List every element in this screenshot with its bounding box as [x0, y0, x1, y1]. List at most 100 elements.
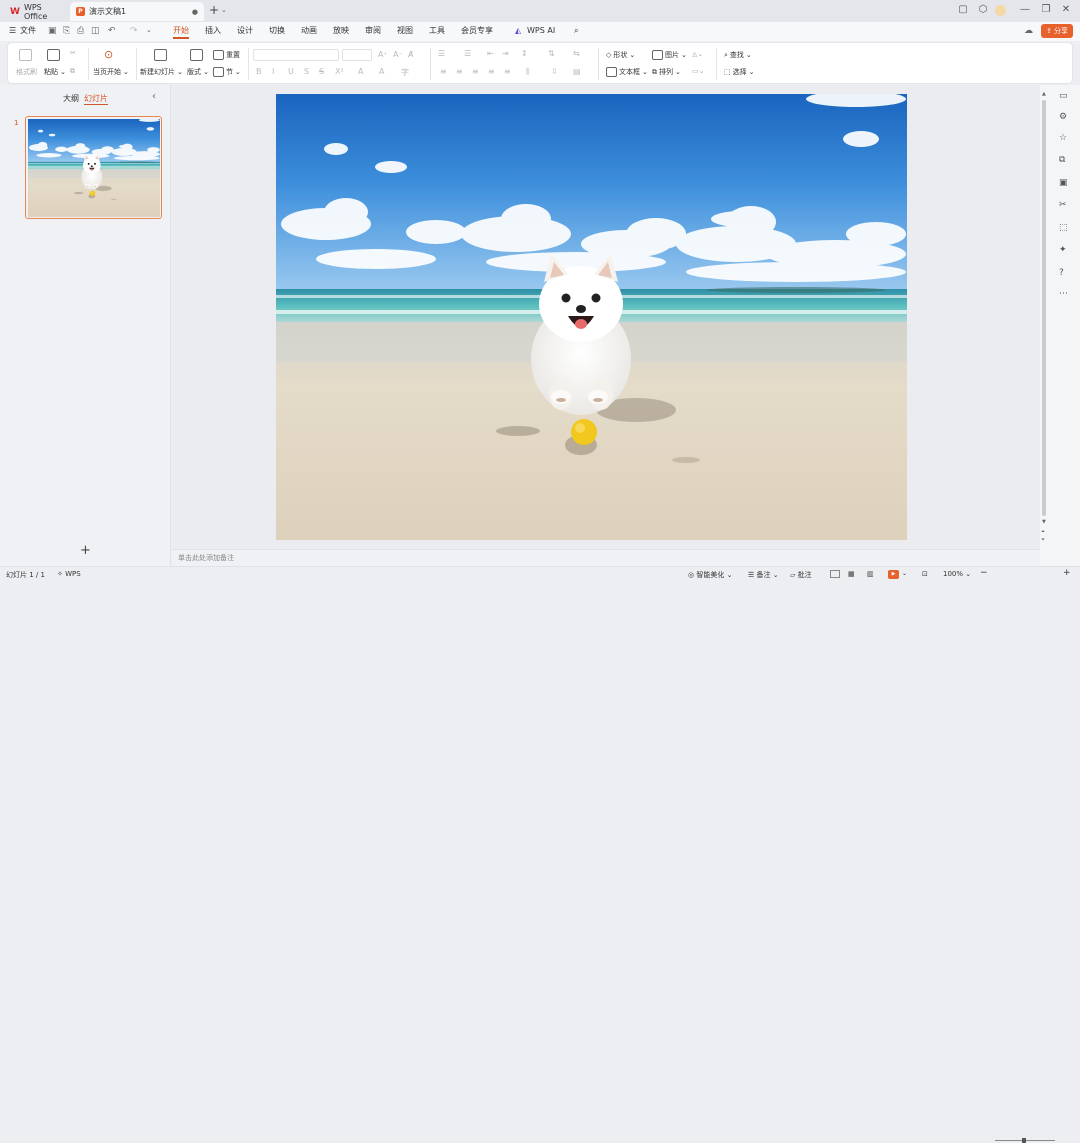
- reset-button[interactable]: 重置: [213, 50, 240, 60]
- tab-transition[interactable]: 切换: [269, 25, 285, 39]
- menu-file[interactable]: 文件: [20, 25, 36, 39]
- close-icon[interactable]: ✕: [1058, 4, 1074, 15]
- layout-icon[interactable]: [190, 49, 203, 61]
- more-icon[interactable]: ⋯: [1059, 289, 1068, 299]
- italic-button[interactable]: I: [272, 67, 274, 76]
- text-direction-icon[interactable]: ⇆: [573, 49, 580, 58]
- share-button[interactable]: ⇪ 分享: [1041, 24, 1073, 38]
- tab-design[interactable]: 设计: [237, 25, 253, 39]
- menu-icon[interactable]: ☰: [9, 25, 16, 39]
- new-slide-icon[interactable]: [154, 49, 167, 61]
- play-slideshow-icon[interactable]: ▶: [888, 570, 899, 579]
- tab-document[interactable]: P 演示文稿1 ●: [70, 2, 204, 21]
- layout-button[interactable]: 版式 ⌄: [187, 67, 209, 77]
- tab-review[interactable]: 审阅: [365, 25, 381, 39]
- tools-icon[interactable]: ✂: [1059, 200, 1067, 210]
- char-spacing-button[interactable]: 字: [401, 67, 409, 78]
- search-icon[interactable]: ⌕: [574, 25, 578, 39]
- align-right-icon[interactable]: ≡: [472, 67, 479, 76]
- close-tab-icon[interactable]: ●: [192, 8, 198, 16]
- chevron-down-icon[interactable]: ⌄: [146, 26, 152, 34]
- font-family-select[interactable]: [253, 49, 339, 61]
- zoom-level[interactable]: 100% ⌄: [943, 570, 971, 578]
- chevron-down-icon[interactable]: ⌄: [221, 6, 227, 14]
- text-box-align-icon[interactable]: ▤: [573, 67, 581, 76]
- tab-member[interactable]: 会员专享: [461, 25, 493, 39]
- justify-icon[interactable]: ≡: [488, 67, 495, 76]
- save-icon[interactable]: ▣: [48, 26, 57, 36]
- strikethrough-button[interactable]: S: [319, 67, 324, 76]
- maximize-icon[interactable]: ❐: [1038, 4, 1054, 15]
- find-button[interactable]: ⌕ 查找 ⌄: [724, 50, 752, 60]
- format-painter-icon[interactable]: [19, 49, 32, 61]
- align-center-icon[interactable]: ≡: [456, 67, 463, 76]
- highlight-button[interactable]: A: [379, 67, 384, 76]
- line-spacing-icon[interactable]: ↕: [521, 49, 528, 58]
- copy-icon[interactable]: ⧉: [70, 67, 75, 76]
- preview-icon[interactable]: ◫: [91, 26, 100, 36]
- sort-icon[interactable]: ⇅: [548, 49, 555, 58]
- tab-slides[interactable]: 幻灯片: [84, 93, 108, 105]
- avatar[interactable]: [995, 5, 1006, 16]
- shadow-button[interactable]: S: [304, 67, 309, 76]
- font-size-select[interactable]: [342, 49, 372, 61]
- minimize-icon[interactable]: —: [1017, 4, 1033, 15]
- indent-icon[interactable]: ⇥: [502, 49, 509, 58]
- arrange-button[interactable]: ⧉ 排列 ⌄: [652, 67, 681, 77]
- cube-icon[interactable]: ⬡: [975, 4, 991, 15]
- paste-button[interactable]: 粘贴 ⌄: [44, 67, 66, 77]
- tab-slideshow[interactable]: 放映: [333, 25, 349, 39]
- shape-button[interactable]: ◇ 形状 ⌄: [606, 50, 635, 60]
- outline-icon[interactable]: ▭⌄: [692, 67, 704, 75]
- section-button[interactable]: 节 ⌄: [213, 67, 241, 77]
- select-button[interactable]: ⬚ 选择 ⌄: [724, 67, 755, 77]
- vertical-scrollbar[interactable]: ▲ ▼ ⏶ ⏷: [1040, 85, 1049, 566]
- superscript-button[interactable]: X²: [335, 67, 344, 76]
- format-painter-button[interactable]: 格式刷: [16, 67, 37, 77]
- star-icon[interactable]: ☆: [1059, 133, 1067, 143]
- tab-tools[interactable]: 工具: [429, 25, 445, 39]
- cloud-icon[interactable]: ☁: [1024, 26, 1033, 36]
- clear-format-button[interactable]: A̸: [408, 50, 413, 59]
- numbered-list-icon[interactable]: ☰: [464, 49, 471, 58]
- new-slide-button[interactable]: 新建幻灯片 ⌄: [140, 67, 183, 77]
- zoom-out-icon[interactable]: −: [980, 568, 988, 578]
- undo-icon[interactable]: ↶: [108, 26, 116, 36]
- zoom-in-icon[interactable]: +: [1063, 568, 1071, 578]
- theme-indicator[interactable]: ✧ WPS: [57, 570, 81, 578]
- cut-icon[interactable]: ✂: [70, 49, 76, 57]
- tune-icon[interactable]: ⚙: [1059, 112, 1067, 122]
- add-slide-button[interactable]: +: [80, 543, 91, 558]
- beach-dog-image[interactable]: [276, 94, 907, 540]
- print-icon[interactable]: ⎙: [77, 26, 84, 36]
- paste-icon[interactable]: [47, 49, 60, 61]
- slide[interactable]: [276, 94, 907, 540]
- normal-view-icon[interactable]: [830, 570, 840, 578]
- help-icon[interactable]: ?: [1059, 268, 1064, 278]
- notes-button[interactable]: ☰ 备注 ⌄: [748, 570, 779, 580]
- collapse-pane-icon[interactable]: ‹: [152, 91, 156, 102]
- picture-button[interactable]: 图片 ⌄: [652, 50, 687, 60]
- fit-window-icon[interactable]: ⊡: [922, 570, 928, 578]
- from-current-button[interactable]: 当页开始 ⌄: [93, 67, 129, 77]
- fill-icon[interactable]: ◬⌄: [692, 50, 703, 58]
- scroll-up-icon[interactable]: ▲: [1042, 91, 1046, 97]
- tab-insert[interactable]: 插入: [205, 25, 221, 39]
- outdent-icon[interactable]: ⇤: [487, 49, 494, 58]
- chevron-down-icon[interactable]: ⌄: [902, 570, 907, 577]
- zoom-slider-thumb[interactable]: [1022, 1138, 1026, 1143]
- columns-icon[interactable]: ⫼: [526, 67, 530, 77]
- distribute-icon[interactable]: ≡: [504, 67, 511, 76]
- tab-wps-ai[interactable]: WPS AI: [527, 25, 555, 39]
- reading-view-icon[interactable]: ▥: [867, 570, 874, 578]
- tab-home[interactable]: 开始: [173, 25, 189, 39]
- tab-animation[interactable]: 动画: [301, 25, 317, 39]
- window-layout-icon[interactable]: ▢: [955, 4, 971, 15]
- tab-view[interactable]: 视图: [397, 25, 413, 39]
- export-icon[interactable]: ⎘: [63, 26, 70, 36]
- scroll-down-icon[interactable]: ▼: [1042, 519, 1046, 525]
- new-tab-icon[interactable]: +: [209, 3, 219, 17]
- redo-icon[interactable]: ↷: [130, 26, 138, 36]
- underline-button[interactable]: U: [288, 67, 294, 76]
- textbox-button[interactable]: 文本框 ⌄: [606, 67, 648, 77]
